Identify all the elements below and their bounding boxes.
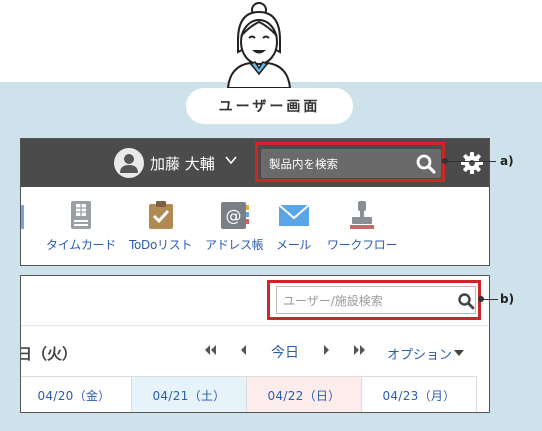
workflow-icon	[350, 201, 375, 229]
user-avatar[interactable]	[114, 148, 144, 178]
user-name[interactable]: 加藤 大輔	[150, 153, 215, 174]
app-label: メール	[276, 238, 312, 252]
address-book-icon: @	[221, 202, 250, 229]
user-illustration-icon	[226, 2, 292, 89]
day-cell-saturday[interactable]: 04/21（土）	[132, 377, 247, 412]
gear-icon[interactable]	[460, 151, 484, 175]
double-chevron-left-icon[interactable]	[203, 344, 217, 356]
chevron-right-icon[interactable]	[323, 344, 331, 356]
todo-icon	[148, 201, 173, 229]
search-icon[interactable]	[457, 292, 475, 310]
chevron-down-icon[interactable]	[225, 156, 237, 165]
schedule-screenshot: 日（火） 今日 オプション 04/20（金） 04/21（土） 04/22（日）…	[20, 275, 490, 413]
chevron-left-icon[interactable]	[239, 344, 247, 356]
user-avatar-icon	[120, 154, 138, 173]
mail-icon	[277, 204, 310, 226]
app-menu: モ タイムカード ToDoリスト	[21, 187, 489, 265]
app-label: タイムカード	[46, 238, 116, 252]
app-timecard[interactable]: タイムカード	[46, 199, 116, 253]
divider	[21, 325, 489, 326]
day-cell[interactable]: 04/20（金）	[21, 377, 132, 412]
app-label: ワークフロー	[327, 238, 398, 252]
app-label: ToDoリスト	[129, 238, 193, 252]
callout-line-b	[481, 299, 498, 300]
day-header-row: 04/20（金） 04/21（土） 04/22（日） 04/23（月）	[21, 376, 477, 412]
user-facility-search-field[interactable]	[276, 286, 476, 314]
today-link[interactable]: 今日	[271, 342, 299, 362]
day-cell-sunday[interactable]: 04/22（日）	[247, 377, 362, 412]
view-label-pill: ユーザー画面	[186, 88, 353, 124]
callout-line-a	[445, 161, 496, 162]
svg-text:@: @	[226, 206, 242, 225]
callout-label-b: b)	[500, 292, 515, 306]
option-dropdown[interactable]: オプション	[387, 344, 452, 363]
app-todo[interactable]: ToDoリスト	[129, 199, 192, 253]
app-workflow[interactable]: ワークフロー	[327, 199, 398, 253]
user-facility-search-input[interactable]	[283, 292, 443, 310]
day-cell[interactable]: 04/23（月）	[362, 377, 477, 412]
app-mail[interactable]: メール	[276, 199, 311, 253]
date-heading: 日（火）	[20, 345, 78, 363]
double-chevron-right-icon[interactable]	[353, 344, 367, 356]
product-search-field[interactable]	[261, 149, 441, 178]
product-search-input[interactable]	[269, 154, 399, 174]
memo-icon	[21, 205, 24, 229]
app-address-book[interactable]: @ アドレス帳	[205, 199, 264, 253]
search-icon[interactable]	[415, 153, 437, 175]
header-screenshot: 加藤 大輔 モ	[20, 138, 490, 266]
timecard-icon	[70, 201, 91, 229]
header-bar: 加藤 大輔	[21, 139, 489, 187]
caret-down-icon[interactable]	[454, 350, 464, 356]
app-label: アドレス帳	[205, 238, 264, 252]
callout-label-a: a)	[500, 154, 514, 168]
